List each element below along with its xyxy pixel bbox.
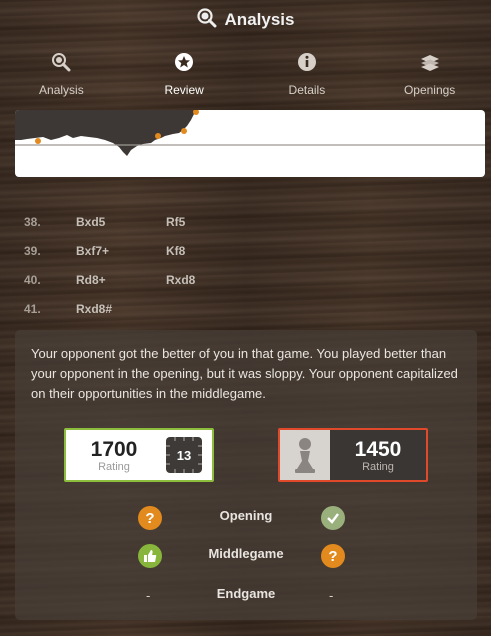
phase-row-endgame: - Endgame - — [15, 582, 477, 610]
white-move[interactable]: Rxd8# — [76, 302, 166, 316]
tab-review-label: Review — [164, 83, 204, 97]
phase-row-opening: ? Opening — [15, 504, 477, 532]
star-circle-icon — [174, 52, 194, 77]
move-row: 40. Rd8+ Rxd8 — [24, 265, 324, 294]
tab-openings[interactable]: Openings — [368, 44, 491, 102]
pawn-icon — [280, 430, 330, 480]
tab-openings-label: Openings — [403, 83, 456, 97]
move-row: 41. Rxd8# — [24, 294, 324, 323]
player-rating-card: 1700 Rating 13 — [64, 428, 214, 482]
app-header: Analysis — [0, 0, 491, 40]
empty-marker: - — [146, 588, 151, 603]
info-icon — [297, 52, 317, 77]
player-rating-block: 1700 Rating — [66, 430, 162, 480]
magnifier-icon — [51, 52, 71, 77]
blunder-marker[interactable] — [35, 138, 41, 144]
page-title: Analysis — [224, 10, 295, 29]
tab-analysis-label: Analysis — [39, 83, 84, 97]
blunder-marker[interactable] — [181, 128, 187, 134]
evaluation-graph[interactable] — [15, 110, 485, 177]
checkmark-icon — [321, 506, 345, 530]
engine-level: 13 — [176, 447, 192, 463]
game-summary-panel: Your opponent got the better of you in t… — [15, 330, 477, 620]
blunder-marker[interactable] — [155, 133, 161, 139]
phase-name: Opening — [219, 508, 273, 523]
thumbs-up-icon — [138, 544, 162, 568]
move-number: 41. — [24, 301, 41, 316]
phase-name: Middlegame — [208, 546, 284, 561]
blunder-marker[interactable] — [193, 110, 199, 115]
summary-text: Your opponent got the better of you in t… — [31, 346, 458, 401]
black-move[interactable]: Kf8 — [166, 244, 256, 258]
empty-marker: - — [329, 588, 334, 603]
engine-chip-icon: 13 — [166, 437, 202, 473]
white-move[interactable]: Bxd5 — [76, 215, 166, 229]
move-number: 40. — [24, 272, 41, 287]
book-stack-icon — [419, 52, 441, 77]
white-move[interactable]: Rd8+ — [76, 273, 166, 287]
tab-analysis[interactable]: Analysis — [0, 44, 123, 102]
tab-bar: Analysis Review Details Openings — [0, 44, 491, 102]
phase-name: Endgame — [216, 586, 276, 601]
question-icon: ? — [321, 544, 345, 568]
opponent-rating-block: 1450 Rating — [330, 430, 426, 480]
opponent-rating-value: 1450 — [354, 437, 402, 461]
move-row: 38. Bxd5 Rf5 — [24, 207, 324, 236]
opponent-rating-card: 1450 Rating — [278, 428, 428, 482]
phase-row-middlegame: Middlegame ? — [15, 542, 477, 570]
black-move[interactable]: Rf5 — [166, 215, 256, 229]
black-move[interactable]: Rxd8 — [166, 273, 256, 287]
move-row: 39. Bxf7+ Kf8 — [24, 236, 324, 265]
magnifier-chart-icon — [196, 7, 217, 33]
player-rating-value: 1700 — [90, 437, 138, 461]
move-number: 38. — [24, 214, 41, 229]
question-icon: ? — [138, 506, 162, 530]
evaluation-area — [15, 110, 195, 156]
white-move[interactable]: Bxf7+ — [76, 244, 166, 258]
tab-details-label: Details — [288, 83, 326, 97]
tab-details[interactable]: Details — [246, 44, 369, 102]
opponent-rating-label: Rating — [362, 460, 394, 473]
tab-review[interactable]: Review — [123, 44, 246, 102]
move-list: 38. Bxd5 Rf5 39. Bxf7+ Kf8 40. Rd8+ Rxd8… — [24, 207, 324, 323]
player-rating-label: Rating — [98, 460, 130, 473]
move-number: 39. — [24, 243, 41, 258]
